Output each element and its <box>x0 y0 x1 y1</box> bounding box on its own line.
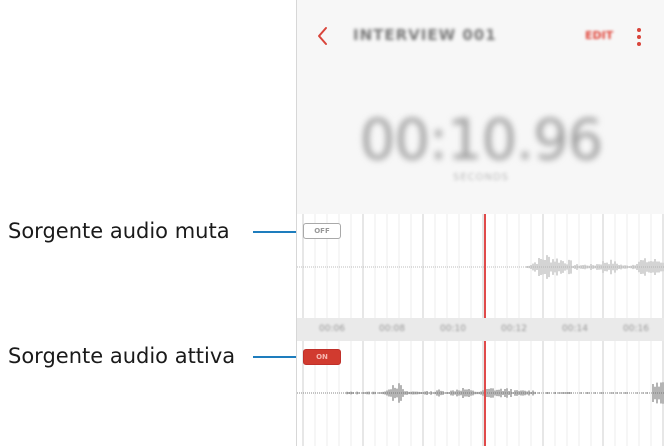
phone-screen: INTERVIEW 001 EDIT 00:10.96 SECONDS OFF … <box>296 0 664 446</box>
more-options-button[interactable] <box>631 24 647 50</box>
source-toggle-on[interactable]: ON <box>303 349 341 365</box>
callout-active-label: Sorgente audio attiva <box>8 344 236 368</box>
callout-muted-leader <box>253 231 300 233</box>
track-muted: OFF <box>297 214 664 318</box>
timer-area: 00:10.96 SECONDS <box>297 76 664 214</box>
callout-active-source: Sorgente audio attiva <box>0 341 300 371</box>
timeline-tick-label: 00:16 <box>623 324 649 334</box>
app-bar: INTERVIEW 001 EDIT <box>297 0 664 76</box>
timer-caption: SECONDS <box>452 172 510 183</box>
more-vertical-icon <box>637 28 641 46</box>
timeline-strip: 00:06 00:08 00:10 00:12 00:14 00:16 <box>297 318 664 341</box>
playhead-bottom[interactable] <box>484 341 486 446</box>
edit-button[interactable]: EDIT <box>585 29 613 42</box>
source-toggle-off[interactable]: OFF <box>303 223 341 239</box>
back-button[interactable] <box>309 22 337 50</box>
waveform-active <box>297 341 664 446</box>
timeline-tick-label: 00:10 <box>440 324 466 334</box>
elapsed-timer: 00:10.96 <box>359 108 603 173</box>
playhead-top[interactable] <box>484 214 486 318</box>
callout-muted-source: Sorgente audio muta <box>0 216 300 246</box>
timeline-tick-label: 00:08 <box>379 324 405 334</box>
timeline-tick-label: 00:12 <box>501 324 527 334</box>
waveform-muted <box>297 214 664 318</box>
timeline-tick-label: 00:06 <box>319 324 345 334</box>
track-active: ON <box>297 341 664 446</box>
chevron-left-icon <box>318 27 327 45</box>
recording-title: INTERVIEW 001 <box>353 26 497 44</box>
callout-muted-label: Sorgente audio muta <box>8 219 230 243</box>
callout-active-leader <box>253 356 299 358</box>
timeline-tick-label: 00:14 <box>562 324 588 334</box>
